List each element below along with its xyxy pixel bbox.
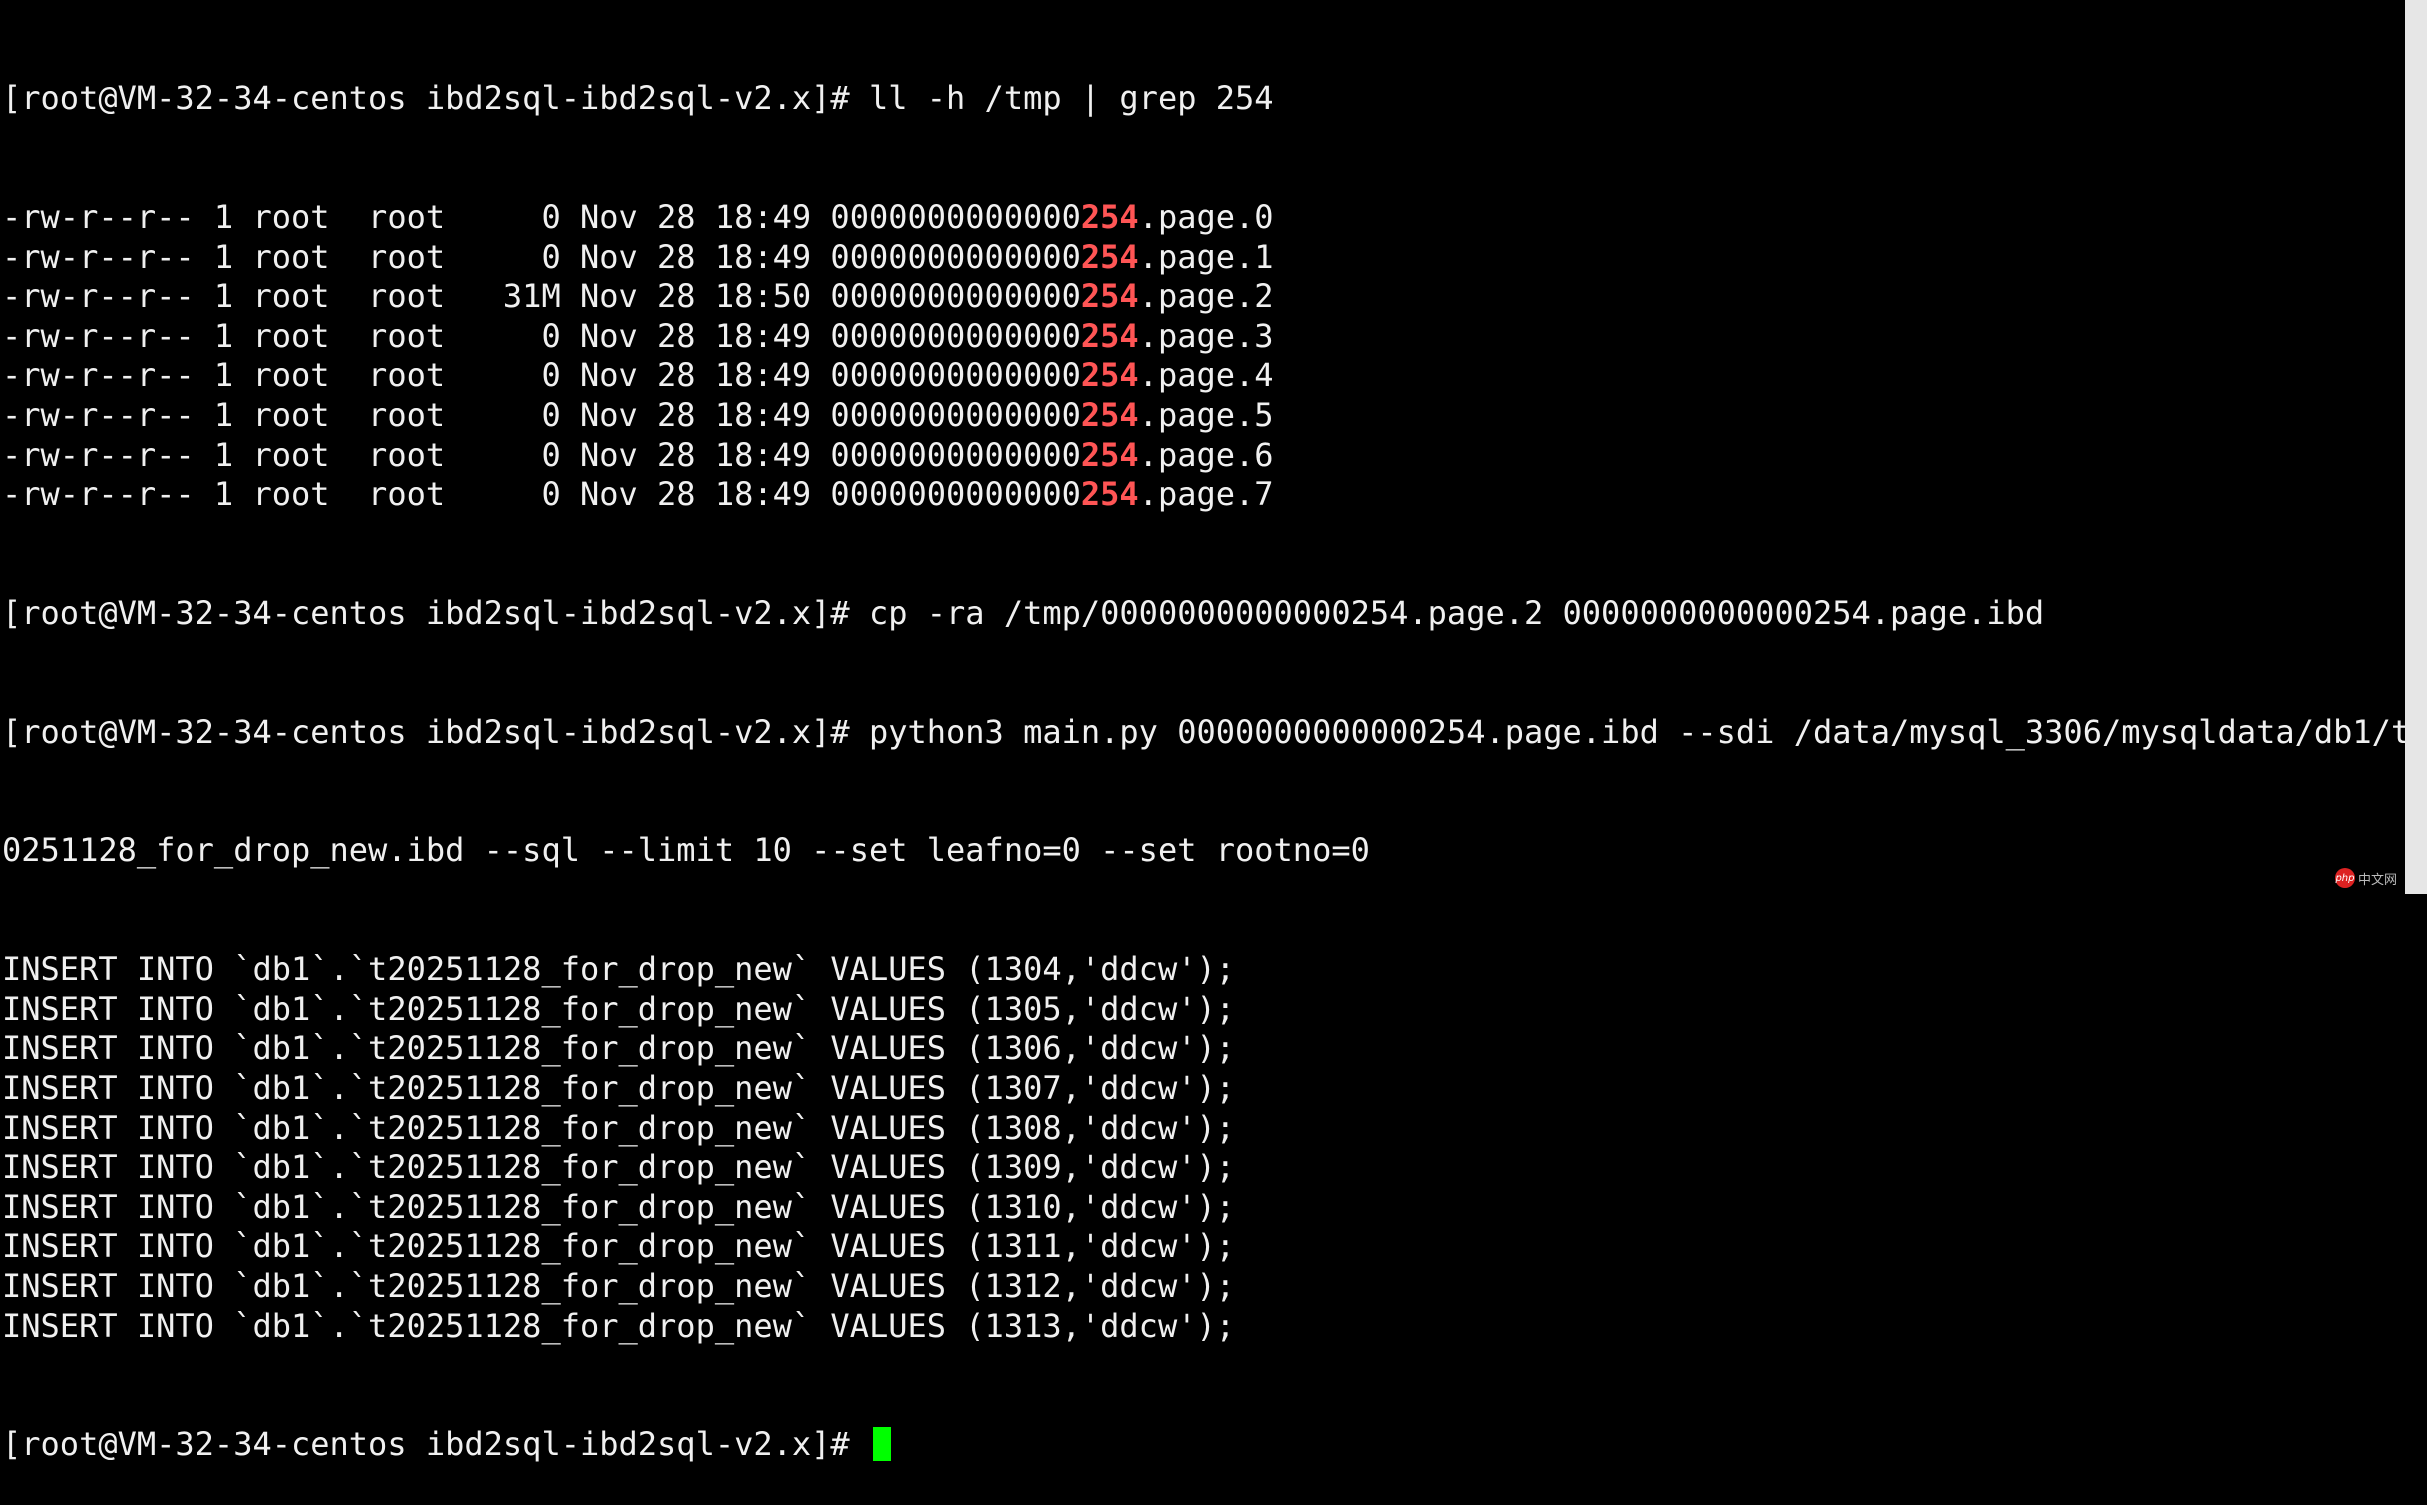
ls-row-text: .page.0 bbox=[1138, 197, 1274, 236]
ls-row-text: .page.6 bbox=[1138, 435, 1274, 474]
sql-output-row: INSERT INTO `db1`.`t20251128_for_drop_ne… bbox=[2, 1227, 1235, 1266]
sql-output-row: INSERT INTO `db1`.`t20251128_for_drop_ne… bbox=[2, 1029, 1235, 1068]
watermark-text: 中文网 bbox=[2357, 872, 2397, 888]
ls-output-row: -rw-r--r-- 1 root root 0 Nov 28 18:49 00… bbox=[2, 436, 2403, 476]
command-line-cp: [root@VM-32-34-centos ibd2sql-ibd2sql-v2… bbox=[2, 594, 2403, 634]
ls-row-text: -rw-r--r-- 1 root root 0 Nov 28 18:49 00… bbox=[2, 197, 1081, 236]
grep-match-highlight: 254 bbox=[1080, 237, 1139, 276]
sql-output-row: INSERT INTO `db1`.`t20251128_for_drop_ne… bbox=[2, 1108, 1235, 1147]
ls-row-text: .page.2 bbox=[1138, 277, 1274, 316]
shell-prompt: [root@VM-32-34-centos ibd2sql-ibd2sql-v2… bbox=[2, 79, 869, 118]
command-text: ll -h /tmp | grep 254 bbox=[868, 79, 1274, 118]
sql-output-row: INSERT INTO `db1`.`t20251128_for_drop_ne… bbox=[2, 1267, 1235, 1305]
command-text: 0251128_for_drop_new.ibd --sql --limit 1… bbox=[2, 831, 1370, 870]
scrollbar[interactable] bbox=[2405, 0, 2427, 894]
command-line-python-wrap: 0251128_for_drop_new.ibd --sql --limit 1… bbox=[2, 831, 2403, 871]
ls-row-text: .page.5 bbox=[1138, 395, 1274, 434]
ls-row-text: .page.3 bbox=[1138, 316, 1274, 355]
sql-output-row: INSERT INTO `db1`.`t20251128_for_drop_ne… bbox=[2, 1148, 1235, 1187]
command-line-current[interactable]: [root@VM-32-34-centos ibd2sql-ibd2sql-v2… bbox=[2, 1425, 2403, 1465]
ls-row-text: -rw-r--r-- 1 root root 0 Nov 28 18:49 00… bbox=[2, 316, 1081, 355]
sql-output-row: INSERT INTO `db1`.`t20251128_for_drop_ne… bbox=[2, 950, 1235, 989]
ls-row-text: .page.4 bbox=[1138, 356, 1274, 395]
ls-row-text: -rw-r--r-- 1 root root 0 Nov 28 18:49 00… bbox=[2, 395, 1081, 434]
ls-output-row: -rw-r--r-- 1 root root 0 Nov 28 18:49 00… bbox=[2, 317, 2403, 357]
sql-output-row: INSERT INTO `db1`.`t20251128_for_drop_ne… bbox=[2, 1069, 1235, 1108]
ls-row-text: .page.1 bbox=[1138, 237, 1274, 276]
command-line-python: [root@VM-32-34-centos ibd2sql-ibd2sql-v2… bbox=[2, 712, 2427, 753]
watermark: php 中文网 bbox=[2334, 868, 2397, 888]
php-logo-icon: php bbox=[2334, 868, 2355, 888]
command-line-ls: [root@VM-32-34-centos ibd2sql-ibd2sql-v2… bbox=[2, 79, 2403, 119]
ls-output-row: -rw-r--r-- 1 root root 0 Nov 28 18:49 00… bbox=[2, 396, 2403, 436]
sql-output-row: INSERT INTO `db1`.`t20251128_for_drop_ne… bbox=[2, 1306, 1235, 1345]
grep-match-highlight: 254 bbox=[1080, 356, 1139, 395]
ls-output-row: -rw-r--r-- 1 root root 0 Nov 28 18:49 00… bbox=[2, 356, 2403, 396]
grep-match-highlight: 254 bbox=[1080, 197, 1139, 236]
sql-output-row: INSERT INTO `db1`.`t20251128_for_drop_ne… bbox=[2, 989, 1235, 1028]
ls-output-row: -rw-r--r-- 1 root root 31M Nov 28 18:50 … bbox=[2, 277, 2403, 317]
ls-output-row: -rw-r--r-- 1 root root 0 Nov 28 18:49 00… bbox=[2, 475, 2403, 515]
grep-match-highlight: 254 bbox=[1080, 316, 1139, 355]
grep-match-highlight: 254 bbox=[1080, 435, 1139, 474]
ls-row-text: -rw-r--r-- 1 root root 31M Nov 28 18:50 … bbox=[2, 277, 1081, 316]
shell-prompt: [root@VM-32-34-centos ibd2sql-ibd2sql-v2… bbox=[2, 712, 869, 751]
ls-row-text: -rw-r--r-- 1 root root 0 Nov 28 18:49 00… bbox=[2, 356, 1081, 395]
ls-row-text: -rw-r--r-- 1 root root 0 Nov 28 18:49 00… bbox=[2, 237, 1081, 276]
ls-output-row: -rw-r--r-- 1 root root 0 Nov 28 18:49 00… bbox=[2, 238, 2403, 278]
ls-row-text: -rw-r--r-- 1 root root 0 Nov 28 18:49 00… bbox=[2, 435, 1081, 474]
grep-match-highlight: 254 bbox=[1080, 395, 1139, 434]
grep-match-highlight: 254 bbox=[1080, 475, 1139, 514]
ls-row-text: .page.7 bbox=[1138, 475, 1274, 514]
terminal-output[interactable]: [root@VM-32-34-centos ibd2sql-ibd2sql-v2… bbox=[0, 0, 2427, 1463]
sql-output-row: INSERT INTO `db1`.`t20251128_for_drop_ne… bbox=[2, 1187, 1235, 1226]
command-text: python3 main.py 0000000000000254.page.ib… bbox=[868, 712, 2427, 751]
shell-prompt: [root@VM-32-34-centos ibd2sql-ibd2sql-v2… bbox=[2, 1425, 869, 1464]
shell-prompt: [root@VM-32-34-centos ibd2sql-ibd2sql-v2… bbox=[2, 593, 869, 632]
terminal-cursor bbox=[872, 1427, 891, 1462]
ls-row-text: -rw-r--r-- 1 root root 0 Nov 28 18:49 00… bbox=[2, 475, 1081, 514]
ls-output-row: -rw-r--r-- 1 root root 0 Nov 28 18:49 00… bbox=[2, 198, 2403, 238]
command-text: cp -ra /tmp/0000000000000254.page.2 0000… bbox=[868, 593, 2045, 632]
grep-match-highlight: 254 bbox=[1080, 277, 1139, 316]
